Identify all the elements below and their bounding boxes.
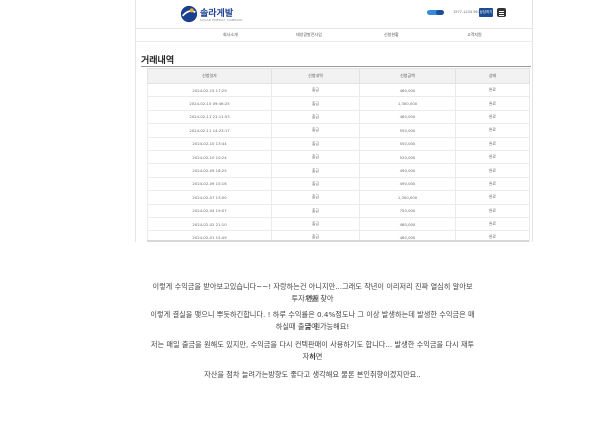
section-title: 거래내역 — [141, 56, 175, 66]
table-cell: 출금 — [271, 190, 360, 205]
table-cell: 완료 — [455, 163, 530, 178]
transaction-table: 신청일자 신청내역 신청금액 상태 2024-02-15 17:29 출금 480,… — [147, 68, 530, 242]
caption-line-7: 자산을 점차 늘려가는방향도 좋다고 생각해요 물론 본인취향이겠지만요.. — [204, 370, 421, 379]
table-cell: 490,000 — [359, 163, 456, 178]
table-cell: 출금 — [271, 149, 360, 165]
table-cell: 550,000 — [359, 123, 456, 138]
table-cell: 480,000 — [359, 82, 456, 98]
table-cell: 출금 — [271, 109, 360, 125]
logo-subtitle: SOLAR ENERGY COMPANY — [200, 18, 243, 22]
table-cell: 완료 — [455, 109, 530, 125]
table-cell: 490,000 — [359, 176, 456, 192]
table-row: 2024-02-09 15:16 출금 490,000 완료 — [147, 176, 530, 192]
table-cell: 출금 — [271, 82, 360, 98]
nav-item-company[interactable]: 회사소개 — [223, 32, 238, 38]
table-cell: 2024-02-15 09:46:25 — [147, 96, 272, 111]
table-cell: 2024-02-09 18:25 — [147, 163, 272, 178]
caption-line-4: 하실때 출금이 가능해요! — [275, 322, 350, 331]
table-bottom-edge — [147, 240, 529, 242]
table-cell: 480,000 — [359, 109, 456, 125]
nav-item-support[interactable]: 고객지원 — [467, 32, 482, 38]
site-header: 솔라게발 SOLAR ENERGY COMPANY 1577-1234 5678… — [136, 0, 532, 29]
table-cell: 2024-02-11 21:11:53 — [147, 109, 272, 125]
table-cell: 출금 — [271, 176, 360, 192]
column-header: 신청금액 — [359, 68, 456, 84]
table-cell: 출금 — [271, 163, 360, 178]
table-row: 2024-02-07 13:00 출금 1,300,000 완료 — [147, 190, 530, 205]
caption-line-6: 서 — [309, 352, 316, 361]
table-row: 2024-02-15 09:46:25 출금 1,300,000 완료 — [147, 96, 530, 111]
hamburger-menu-icon[interactable] — [497, 8, 506, 17]
table-cell: 1,300,000 — [359, 96, 456, 111]
table-cell: 완료 — [455, 82, 530, 98]
phone-number: 1577-1234 5678 — [453, 10, 483, 14]
table-cell: 출금 — [271, 96, 360, 111]
caption-line-2: 투자처를 찾아 — [291, 294, 334, 303]
table-row: 2024-02-09 18:25 출금 490,000 완료 — [147, 163, 530, 178]
table-cell: 완료 — [455, 149, 530, 165]
table-row: 2024-02-10 10:24 출금 520,000 완료 — [147, 149, 530, 165]
table-cell: 2024-02-09 15:16 — [147, 176, 272, 192]
table-cell: 완료 — [455, 96, 530, 111]
table-cell: 완료 — [455, 203, 530, 218]
table-cell: 완료 — [455, 123, 530, 138]
table-cell: 완료 — [455, 136, 530, 151]
consult-button[interactable]: 상담하기 — [479, 8, 493, 17]
table-cell: 750,000 — [359, 203, 456, 218]
table-cell: 출금 — [271, 123, 360, 138]
nav-item-applications[interactable]: 신청현황 — [384, 32, 399, 38]
status-badge-secondary — [436, 10, 444, 15]
logo-icon — [180, 5, 198, 23]
table-cell: 550,000 — [359, 136, 456, 151]
table-cell: 출금 — [271, 136, 360, 151]
table-cell: 1,300,000 — [359, 190, 456, 205]
table-cell: 2024-02-10 10:24 — [147, 149, 272, 165]
column-header: 신청내역 — [271, 68, 360, 84]
nav-item-solar-business[interactable]: 태양광발전사업 — [296, 32, 322, 38]
website-screenshot: 솔라게발 SOLAR ENERGY COMPANY 1577-1234 5678… — [135, 0, 533, 242]
column-header: 상태 — [455, 68, 530, 84]
table-cell: 완료 — [455, 176, 530, 192]
main-nav: 회사소개 태양광발전사업 신청현황 고객지원 — [136, 29, 532, 42]
title-divider — [141, 66, 531, 67]
table-cell: 완료 — [455, 190, 530, 205]
table-row: 2024-02-11 21:11:53 출금 480,000 완료 — [147, 109, 530, 125]
table-cell: 480,000 — [359, 216, 456, 232]
table-cell: 520,000 — [359, 149, 456, 165]
table-cell: 2024-02-02 21:10 — [147, 216, 272, 232]
column-header: 신청일자 — [147, 68, 272, 84]
table-row: 2024-02-04 19:07 출금 750,000 완료 — [147, 203, 530, 218]
table-row: 2024-02-15 17:29 출금 480,000 완료 — [147, 82, 530, 98]
table-cell: 2024-02-10 13:44 — [147, 136, 272, 151]
table-cell: 완료 — [455, 216, 530, 232]
table-cell: 2024-02-07 13:00 — [147, 190, 272, 205]
table-row: 2024-02-10 13:44 출금 550,000 완료 — [147, 136, 530, 151]
table-header-row: 신청일자 신청내역 신청금액 상태 — [147, 68, 530, 84]
table-row: 2024-02-11 14:23:17 출금 550,000 완료 — [147, 123, 530, 138]
table-cell: 출금 — [271, 203, 360, 218]
table-cell: 2024-02-04 19:07 — [147, 203, 272, 218]
table-cell: 출금 — [271, 216, 360, 232]
table-row: 2024-02-02 21:10 출금 480,000 완료 — [147, 216, 530, 232]
table-cell: 2024-02-11 14:23:17 — [147, 123, 272, 138]
table-cell: 2024-02-15 17:29 — [147, 82, 272, 98]
